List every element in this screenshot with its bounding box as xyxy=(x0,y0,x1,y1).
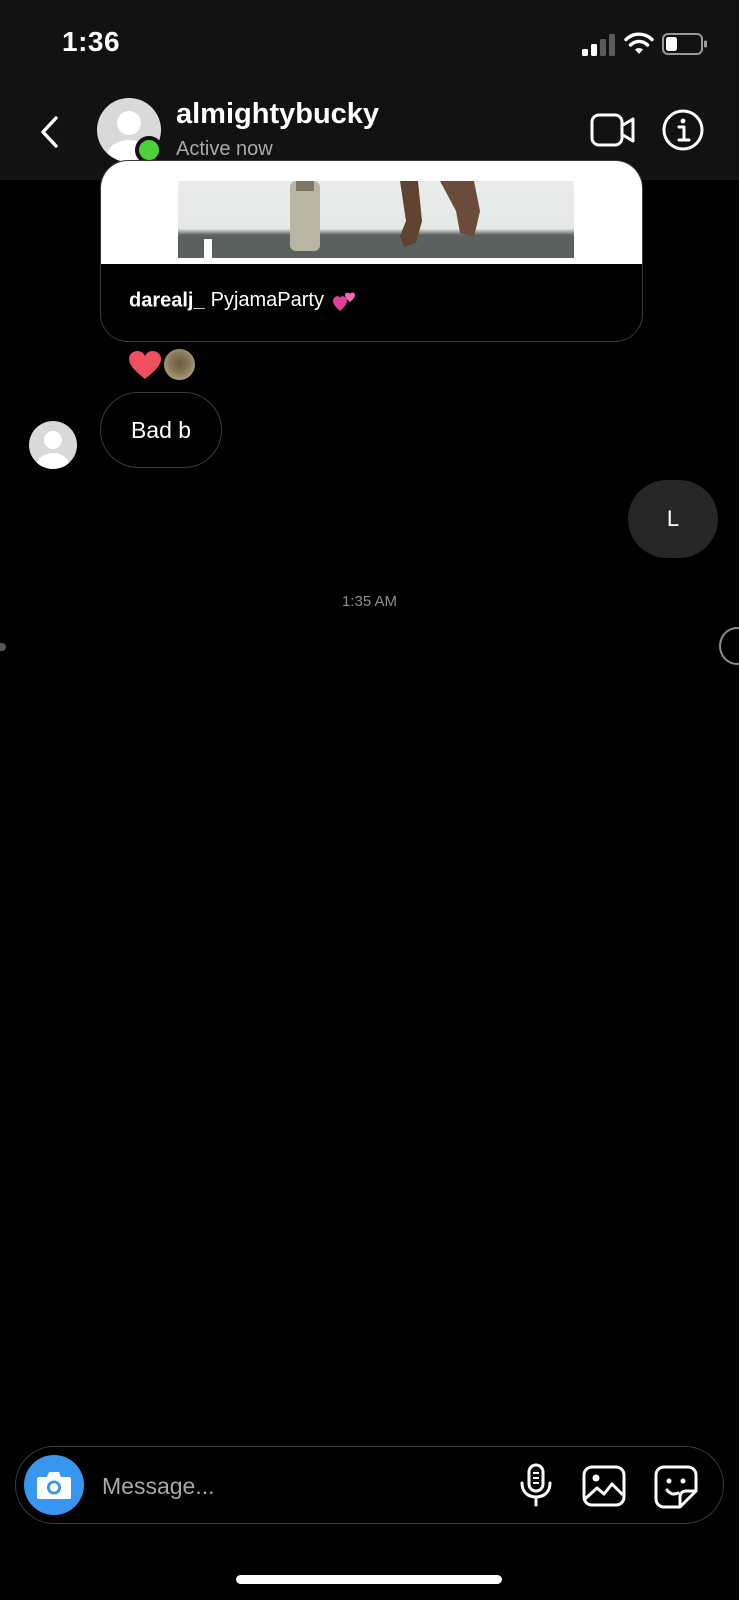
contact-username[interactable]: almightybucky xyxy=(176,98,379,131)
status-time: 1:36 xyxy=(62,26,121,57)
wifi-icon xyxy=(624,32,654,54)
pink-hearts-emoji xyxy=(332,292,355,311)
edge-circle-indicator xyxy=(719,627,739,665)
camera-icon xyxy=(37,1472,71,1499)
cellular-signal-icon xyxy=(582,34,615,56)
message-composer xyxy=(15,1446,724,1524)
home-indicator[interactable] xyxy=(236,1575,502,1584)
heart-icon xyxy=(129,351,161,379)
sender-avatar[interactable] xyxy=(29,421,77,469)
shared-post-caption: darealj_ PyjamaParty xyxy=(129,289,358,313)
outgoing-message[interactable]: L xyxy=(628,480,718,558)
message-input[interactable] xyxy=(100,1461,484,1511)
message-timestamp: 1:35 AM xyxy=(341,593,398,610)
microphone-icon[interactable] xyxy=(518,1463,554,1507)
back-chevron-icon[interactable] xyxy=(32,110,68,154)
status-bar: 1:36 xyxy=(0,0,739,88)
post-caption-text: PyjamaParty xyxy=(210,289,324,312)
camera-button[interactable] xyxy=(24,1455,84,1515)
post-photo xyxy=(178,181,574,258)
gallery-icon[interactable] xyxy=(582,1465,626,1507)
post-author[interactable]: darealj_ xyxy=(129,289,205,311)
info-icon[interactable] xyxy=(661,108,705,152)
contact-avatar[interactable] xyxy=(97,98,163,164)
reactor-avatar xyxy=(164,349,195,380)
shared-post-image[interactable] xyxy=(101,161,642,264)
active-status-text: Active now xyxy=(176,138,273,160)
default-profile-icon xyxy=(37,431,69,469)
video-call-icon[interactable] xyxy=(590,110,636,150)
sticker-icon[interactable] xyxy=(654,1465,698,1509)
battery-icon xyxy=(662,33,707,55)
edge-indicator xyxy=(0,643,6,651)
shared-post[interactable]: darealj_ PyjamaParty xyxy=(100,160,643,342)
incoming-message[interactable]: Bad b xyxy=(100,392,222,468)
